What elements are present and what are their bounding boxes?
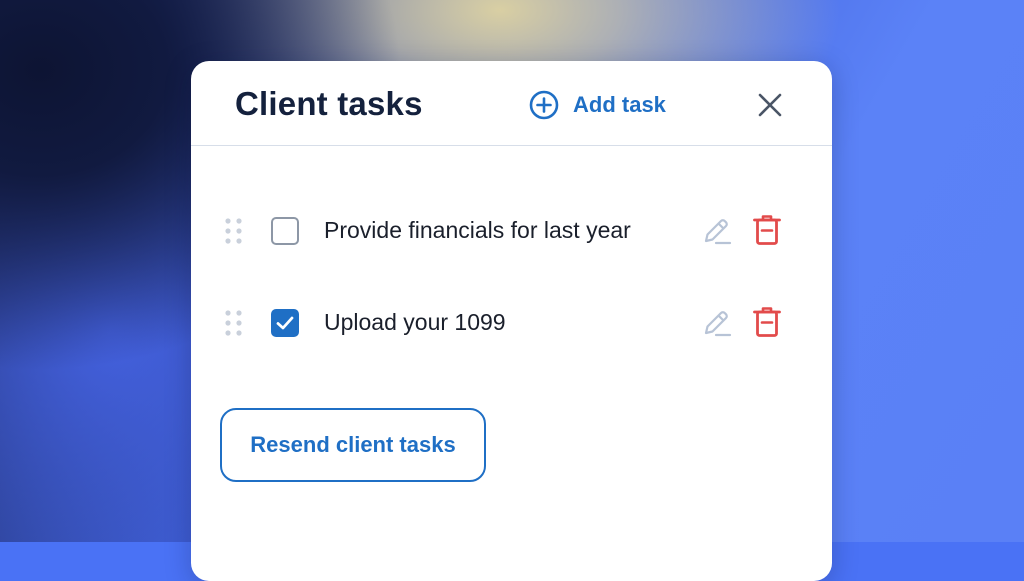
task-label: Upload your 1099: [324, 309, 506, 335]
add-task-button[interactable]: Add task: [529, 90, 666, 120]
panel-title: Client tasks: [235, 85, 423, 122]
task-checkbox[interactable]: [271, 217, 299, 245]
edit-pencil-icon[interactable]: [700, 215, 732, 247]
task-row: Upload your 1099: [191, 303, 832, 343]
task-label: Provide financials for last year: [324, 217, 631, 243]
edit-pencil-icon[interactable]: [700, 307, 732, 339]
resend-client-tasks-button[interactable]: Resend client tasks: [220, 408, 486, 482]
drag-handle-icon[interactable]: [224, 216, 244, 246]
plus-circle-icon: [529, 90, 559, 120]
panel-header: Client tasks Add task: [191, 61, 832, 146]
checkmark-icon: [276, 316, 294, 330]
close-button[interactable]: [756, 91, 784, 119]
task-checkbox[interactable]: [271, 309, 299, 337]
add-task-label: Add task: [573, 92, 666, 117]
drag-handle-icon[interactable]: [224, 308, 244, 338]
client-tasks-panel: Client tasks Add task Provide financials…: [191, 61, 832, 581]
trash-icon[interactable]: [752, 306, 782, 338]
trash-icon[interactable]: [752, 214, 782, 246]
task-row: Provide financials for last year: [191, 211, 832, 251]
close-icon: [756, 93, 784, 123]
